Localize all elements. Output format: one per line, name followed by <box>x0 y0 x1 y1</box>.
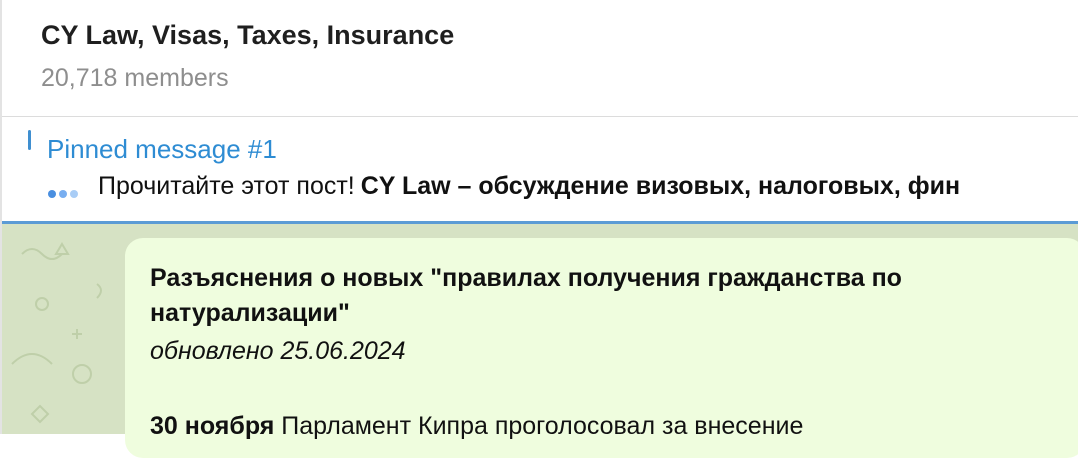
typing-dots-icon <box>48 185 81 203</box>
message-updated-date: обновлено 25.06.2024 <box>150 337 406 365</box>
message-body-text: Парламент Кипра проголосовал за внесение <box>274 412 804 440</box>
pinned-message-bar[interactable]: Pinned message #1 Прочитайте этот пост! C… <box>2 117 1078 223</box>
pinned-preview-plain: Прочитайте этот пост! <box>98 172 355 200</box>
pinned-message-label: Pinned message #1 <box>47 134 277 164</box>
chat-header[interactable]: CY Law, Visas, Taxes, Insurance 20,718 m… <box>2 0 1078 116</box>
pinned-preview-bold: CY Law – обсуждение визовых, налоговых, … <box>360 172 961 200</box>
message-body: 30 ноября Парламент Кипра проголосовал з… <box>150 412 803 441</box>
message-title: Разъяснения о новых "правилах получения … <box>150 264 902 327</box>
chat-title[interactable]: CY Law, Visas, Taxes, Insurance <box>41 20 454 51</box>
message-body-bold: 30 ноября <box>150 412 275 440</box>
members-count: 20,718 members <box>41 64 229 92</box>
pinned-message-preview: Прочитайте этот пост! CY Law – обсуждение… <box>98 172 960 201</box>
pinned-indicator <box>28 130 31 150</box>
